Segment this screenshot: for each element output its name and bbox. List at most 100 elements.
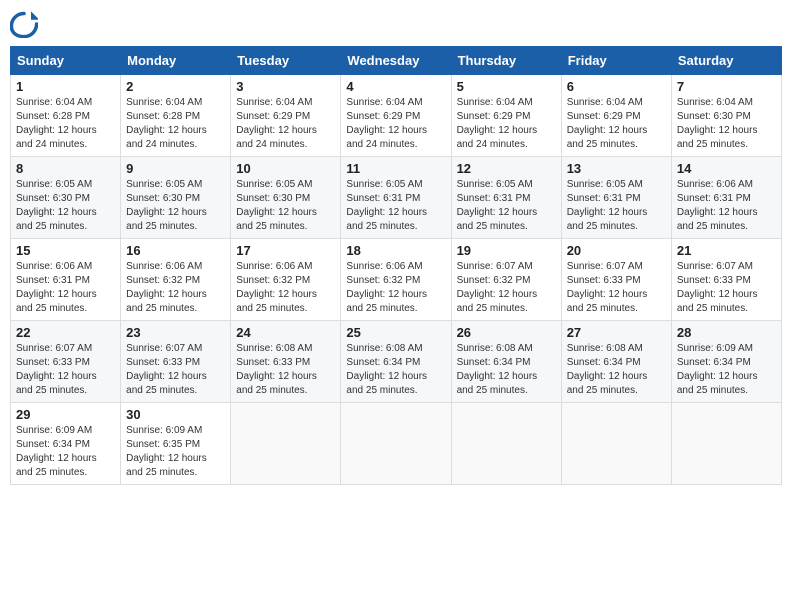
day-cell: 18 Sunrise: 6:06 AM Sunset: 6:32 PM Dayli… <box>341 239 451 321</box>
day-cell: 30Sunrise: 6:09 AM Sunset: 6:35 PM Dayli… <box>121 403 231 485</box>
day-cell: 4Sunrise: 6:04 AM Sunset: 6:29 PM Daylig… <box>341 75 451 157</box>
day-info: Sunrise: 6:08 AM Sunset: 6:34 PM Dayligh… <box>346 342 445 398</box>
day-number: 29 <box>16 407 115 422</box>
day-number: 26 <box>457 325 556 340</box>
day-cell: 6 Sunrise: 6:04 AM Sunset: 6:29 PM Daylig… <box>561 75 671 157</box>
week-row-4: 22Sunrise: 6:07 AM Sunset: 6:33 PM Dayli… <box>11 321 782 403</box>
day-info: Sunrise: 6:04 AM Sunset: 6:29 PM Dayligh… <box>457 96 556 152</box>
day-number: 20 <box>567 243 666 258</box>
week-row-5: 29 Sunrise: 6:09 AM Sunset: 6:34 PM Dayli… <box>11 403 782 485</box>
day-cell: 20Sunrise: 6:07 AM Sunset: 6:33 PM Dayli… <box>561 239 671 321</box>
day-cell: 21 Sunrise: 6:07 AM Sunset: 6:33 PM Dayli… <box>671 239 781 321</box>
day-cell: 8 Sunrise: 6:05 AM Sunset: 6:30 PM Daylig… <box>11 157 121 239</box>
day-info: Sunrise: 6:07 AM Sunset: 6:32 PM Dayligh… <box>457 260 556 316</box>
day-info: Sunrise: 6:06 AM Sunset: 6:31 PM Dayligh… <box>677 178 776 234</box>
day-cell: 15 Sunrise: 6:06 AM Sunset: 6:31 PM Dayli… <box>11 239 121 321</box>
day-number: 25 <box>346 325 445 340</box>
day-number: 9 <box>126 161 225 176</box>
day-number: 1 <box>16 79 115 94</box>
day-info: Sunrise: 6:06 AM Sunset: 6:32 PM Dayligh… <box>126 260 225 316</box>
weekday-sunday: Sunday <box>11 47 121 75</box>
day-cell: 13 Sunrise: 6:05 AM Sunset: 6:31 PM Dayli… <box>561 157 671 239</box>
day-info: Sunrise: 6:05 AM Sunset: 6:30 PM Dayligh… <box>16 178 115 234</box>
day-cell: 23 Sunrise: 6:07 AM Sunset: 6:33 PM Dayli… <box>121 321 231 403</box>
day-cell: 7Sunrise: 6:04 AM Sunset: 6:30 PM Daylig… <box>671 75 781 157</box>
day-cell <box>561 403 671 485</box>
day-info: Sunrise: 6:07 AM Sunset: 6:33 PM Dayligh… <box>677 260 776 316</box>
day-info: Sunrise: 6:05 AM Sunset: 6:30 PM Dayligh… <box>126 178 225 234</box>
page: SundayMondayTuesdayWednesdayThursdayFrid… <box>10 10 782 485</box>
weekday-header-row: SundayMondayTuesdayWednesdayThursdayFrid… <box>11 47 782 75</box>
day-number: 5 <box>457 79 556 94</box>
day-cell: 3Sunrise: 6:04 AM Sunset: 6:29 PM Daylig… <box>231 75 341 157</box>
day-number: 2 <box>126 79 225 94</box>
day-info: Sunrise: 6:06 AM Sunset: 6:32 PM Dayligh… <box>346 260 445 316</box>
day-number: 15 <box>16 243 115 258</box>
day-cell <box>341 403 451 485</box>
logo <box>10 10 40 38</box>
day-cell <box>231 403 341 485</box>
day-cell <box>671 403 781 485</box>
week-row-3: 15 Sunrise: 6:06 AM Sunset: 6:31 PM Dayli… <box>11 239 782 321</box>
day-cell: 12 Sunrise: 6:05 AM Sunset: 6:31 PM Dayli… <box>451 157 561 239</box>
weekday-tuesday: Tuesday <box>231 47 341 75</box>
day-info: Sunrise: 6:06 AM Sunset: 6:32 PM Dayligh… <box>236 260 335 316</box>
day-number: 13 <box>567 161 666 176</box>
day-number: 28 <box>677 325 776 340</box>
day-number: 23 <box>126 325 225 340</box>
day-info: Sunrise: 6:07 AM Sunset: 6:33 PM Dayligh… <box>126 342 225 398</box>
day-info: Sunrise: 6:05 AM Sunset: 6:31 PM Dayligh… <box>457 178 556 234</box>
day-info: Sunrise: 6:07 AM Sunset: 6:33 PM Dayligh… <box>16 342 115 398</box>
day-info: Sunrise: 6:09 AM Sunset: 6:34 PM Dayligh… <box>16 424 115 480</box>
week-row-1: 1 Sunrise: 6:04 AM Sunset: 6:28 PM Daylig… <box>11 75 782 157</box>
day-number: 7 <box>677 79 776 94</box>
day-info: Sunrise: 6:04 AM Sunset: 6:29 PM Dayligh… <box>346 96 445 152</box>
day-number: 27 <box>567 325 666 340</box>
day-number: 19 <box>457 243 556 258</box>
day-info: Sunrise: 6:04 AM Sunset: 6:29 PM Dayligh… <box>236 96 335 152</box>
day-cell: 1 Sunrise: 6:04 AM Sunset: 6:28 PM Daylig… <box>11 75 121 157</box>
day-info: Sunrise: 6:04 AM Sunset: 6:28 PM Dayligh… <box>126 96 225 152</box>
day-cell <box>451 403 561 485</box>
day-cell: 17 Sunrise: 6:06 AM Sunset: 6:32 PM Dayli… <box>231 239 341 321</box>
day-cell: 25 Sunrise: 6:08 AM Sunset: 6:34 PM Dayli… <box>341 321 451 403</box>
day-cell: 11 Sunrise: 6:05 AM Sunset: 6:31 PM Dayli… <box>341 157 451 239</box>
day-number: 8 <box>16 161 115 176</box>
day-info: Sunrise: 6:08 AM Sunset: 6:33 PM Dayligh… <box>236 342 335 398</box>
day-number: 14 <box>677 161 776 176</box>
weekday-saturday: Saturday <box>671 47 781 75</box>
day-number: 16 <box>126 243 225 258</box>
day-number: 21 <box>677 243 776 258</box>
day-info: Sunrise: 6:04 AM Sunset: 6:29 PM Dayligh… <box>567 96 666 152</box>
day-info: Sunrise: 6:04 AM Sunset: 6:28 PM Dayligh… <box>16 96 115 152</box>
day-number: 17 <box>236 243 335 258</box>
day-info: Sunrise: 6:09 AM Sunset: 6:35 PM Dayligh… <box>126 424 225 480</box>
day-cell: 16 Sunrise: 6:06 AM Sunset: 6:32 PM Dayli… <box>121 239 231 321</box>
day-number: 18 <box>346 243 445 258</box>
day-cell: 19 Sunrise: 6:07 AM Sunset: 6:32 PM Dayli… <box>451 239 561 321</box>
day-cell: 28Sunrise: 6:09 AM Sunset: 6:34 PM Dayli… <box>671 321 781 403</box>
day-cell: 2 Sunrise: 6:04 AM Sunset: 6:28 PM Daylig… <box>121 75 231 157</box>
logo-icon <box>10 10 38 38</box>
weekday-thursday: Thursday <box>451 47 561 75</box>
weekday-monday: Monday <box>121 47 231 75</box>
header <box>10 10 782 38</box>
day-cell: 27 Sunrise: 6:08 AM Sunset: 6:34 PM Dayli… <box>561 321 671 403</box>
day-info: Sunrise: 6:05 AM Sunset: 6:30 PM Dayligh… <box>236 178 335 234</box>
weekday-friday: Friday <box>561 47 671 75</box>
day-info: Sunrise: 6:08 AM Sunset: 6:34 PM Dayligh… <box>457 342 556 398</box>
day-number: 12 <box>457 161 556 176</box>
day-cell: 24 Sunrise: 6:08 AM Sunset: 6:33 PM Dayli… <box>231 321 341 403</box>
day-number: 10 <box>236 161 335 176</box>
weekday-wednesday: Wednesday <box>341 47 451 75</box>
day-info: Sunrise: 6:05 AM Sunset: 6:31 PM Dayligh… <box>346 178 445 234</box>
day-cell: 10 Sunrise: 6:05 AM Sunset: 6:30 PM Dayli… <box>231 157 341 239</box>
day-info: Sunrise: 6:06 AM Sunset: 6:31 PM Dayligh… <box>16 260 115 316</box>
day-number: 11 <box>346 161 445 176</box>
day-number: 24 <box>236 325 335 340</box>
day-cell: 26 Sunrise: 6:08 AM Sunset: 6:34 PM Dayli… <box>451 321 561 403</box>
day-info: Sunrise: 6:08 AM Sunset: 6:34 PM Dayligh… <box>567 342 666 398</box>
day-number: 6 <box>567 79 666 94</box>
calendar: SundayMondayTuesdayWednesdayThursdayFrid… <box>10 46 782 485</box>
day-info: Sunrise: 6:05 AM Sunset: 6:31 PM Dayligh… <box>567 178 666 234</box>
